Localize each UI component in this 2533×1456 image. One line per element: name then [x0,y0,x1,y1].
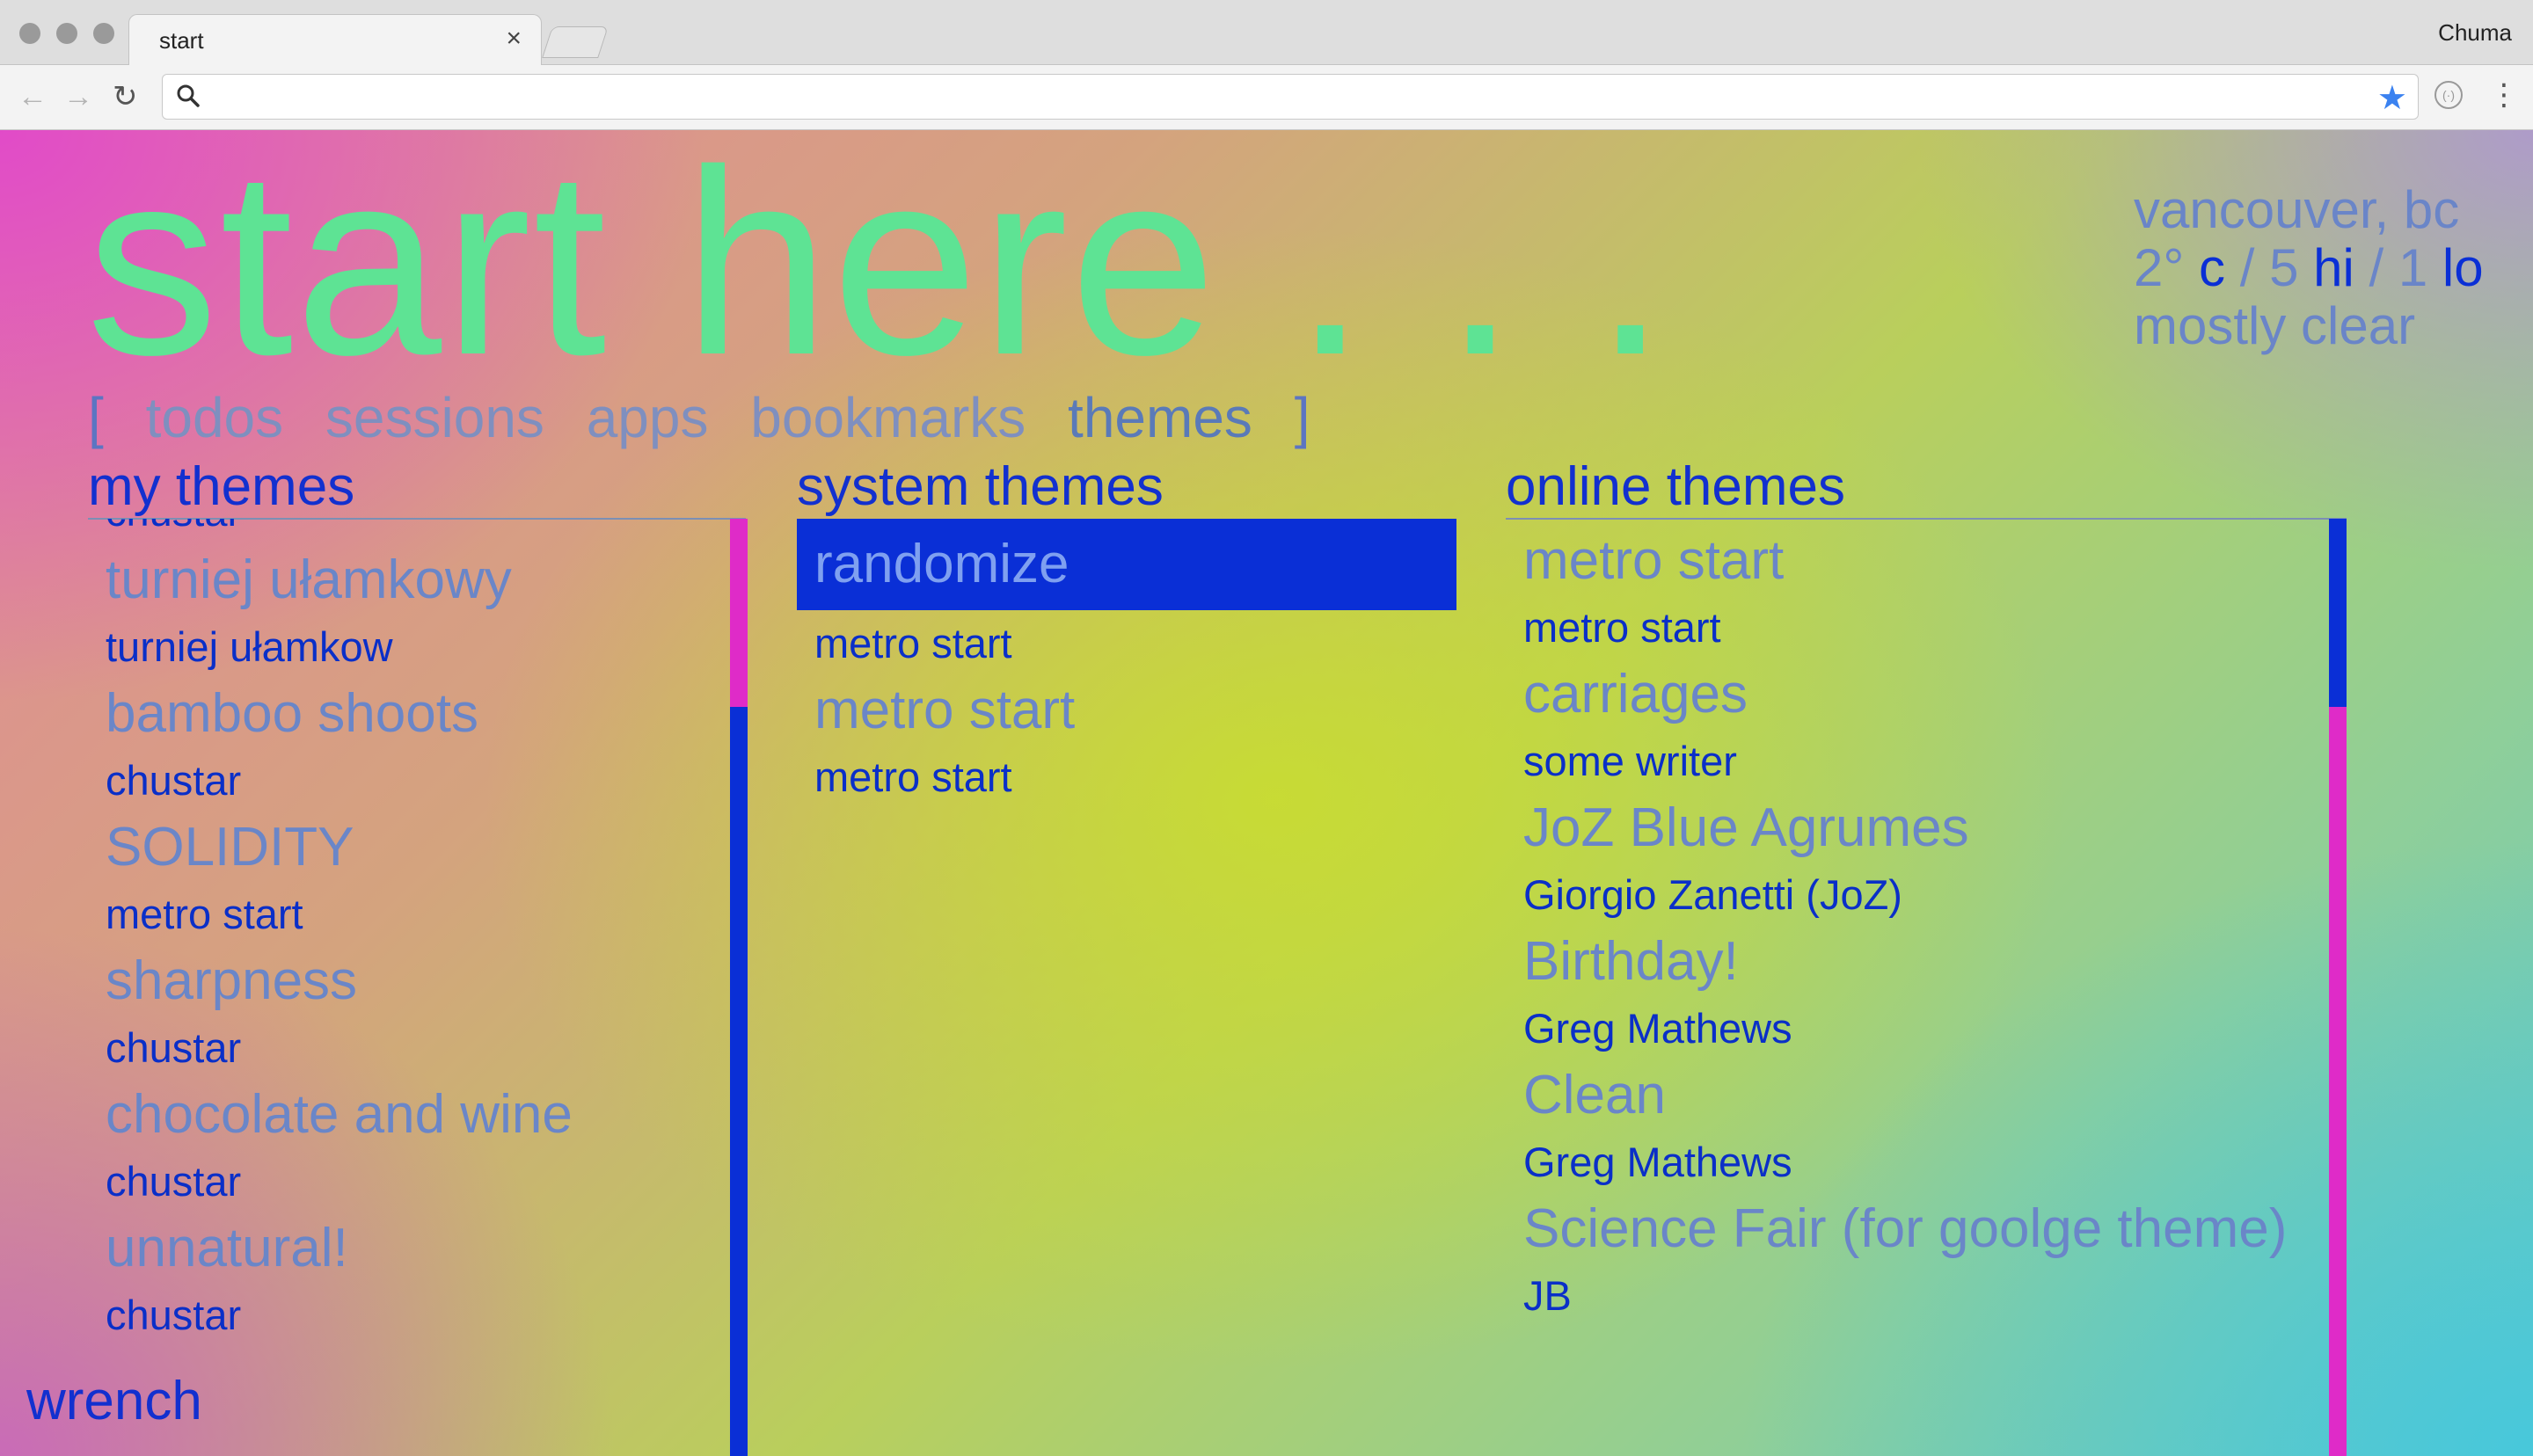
theme-title: SOLIDITY [106,817,354,877]
weather-lo-value: 1 [2398,238,2428,297]
url-input[interactable] [210,82,2325,113]
list-item[interactable]: unnatural! chustar [88,1215,728,1349]
my-themes-heading: my themes [88,456,355,517]
tab-title: start [159,27,204,54]
back-arrow-icon[interactable]: ← [18,79,47,114]
nav-item-sessions[interactable]: sessions [325,386,544,449]
theme-author: JB [1523,1272,1572,1319]
my-themes-scroll-thumb[interactable] [730,519,748,707]
list-item[interactable]: JoZ Blue Agrumes Giorgio Zanetti (JoZ) [1506,795,2324,928]
theme-author: some writer [1523,738,1737,784]
browser-toolbar: ← → ↻ ★ (·) ⋮ [0,65,2533,130]
theme-author: turniej ułamkow [106,623,393,670]
weather-temps: 2° c / 5 hi / 1 lo [2134,239,2484,297]
list-item-selected[interactable]: randomize [797,519,1456,610]
address-bar[interactable]: ★ [162,74,2419,120]
list-item[interactable]: chustar [88,519,728,547]
weather-hi-label: hi [2313,238,2354,297]
weather-lo-label: lo [2442,238,2484,297]
theme-title: randomize [814,534,1069,594]
list-item[interactable]: chocolate and wine chustar [88,1081,728,1215]
menu-icon[interactable]: ⋮ [2489,77,2519,113]
bookmark-star-icon[interactable]: ★ [2377,78,2407,118]
theme-author: metro start [1523,604,1721,651]
browser-tab[interactable]: start × [128,14,542,65]
list-item[interactable]: turniej ułamkowy turniej ułamkow [88,547,728,681]
weather-unit-toggle[interactable]: c [2199,238,2225,297]
theme-title: turniej ułamkowy [106,550,512,610]
theme-author: chustar [106,1292,242,1338]
system-themes-list[interactable]: randomize metro start metro start metro … [797,519,1456,870]
online-themes-list[interactable]: metro start metro start carriages some w… [1506,519,2324,1456]
theme-title: Birthday! [1523,931,1739,992]
weather-widget: vancouver, bc 2° c / 5 hi / 1 lo mostly … [2134,181,2484,355]
system-themes-heading: system themes [797,456,1164,517]
nav-open-bracket: [ [88,386,104,449]
tab-close-icon[interactable]: × [506,24,522,54]
theme-title: metro start [1523,530,1785,591]
online-themes-heading: online themes [1506,456,1846,517]
theme-author: metro start [814,620,1012,666]
list-item[interactable]: metro start metro start [797,677,1456,811]
online-themes-scrollbar[interactable] [2329,519,2347,1456]
weather-temp: 2° [2134,238,2185,297]
theme-title: chocolate and wine [106,1084,573,1145]
reload-icon[interactable]: ↻ [113,79,138,114]
theme-title: unnatural! [106,1218,348,1278]
wrench-link[interactable]: wrench [26,1370,202,1432]
theme-title: carriages [1523,664,1748,724]
list-item[interactable]: Science Fair (for goolge theme) JB [1506,1196,2324,1329]
extension-icon[interactable]: (·) [2434,81,2463,109]
theme-title: JoZ Blue Agrumes [1523,797,1969,858]
zoom-window-button[interactable] [93,23,114,44]
theme-title: Science Fair (for goolge theme) [1523,1198,2288,1259]
section-nav: [ todos sessions apps bookmarks themes ] [88,385,1336,450]
theme-title: Clean [1523,1065,1666,1125]
minimize-window-button[interactable] [56,23,77,44]
start-page: start here . . . vancouver, bc 2° c / 5 … [0,130,2533,1456]
weather-location: vancouver, bc [2134,180,2460,239]
nav-item-apps[interactable]: apps [587,386,709,449]
theme-title: sharpness [106,950,358,1011]
theme-author: Giorgio Zanetti (JoZ) [1523,871,1902,918]
theme-author: metro start [814,753,1012,800]
nav-close-bracket: ] [1294,386,1310,449]
search-icon [175,82,201,116]
list-item[interactable]: bamboo shoots chustar [88,681,728,814]
close-window-button[interactable] [19,23,40,44]
list-item[interactable]: carriages some writer [1506,661,2324,795]
theme-author: Greg Mathews [1523,1139,1792,1185]
online-themes-scroll-thumb[interactable] [2329,519,2347,707]
page-title: start here . . . [86,130,1669,410]
list-item[interactable]: metro start [797,610,1456,677]
weather-hi-value: 5 [2269,238,2299,297]
weather-sep: / [2369,238,2384,297]
theme-author: chustar [106,1158,242,1205]
theme-author: Greg Mathews [1523,1005,1792,1052]
theme-title: bamboo shoots [106,683,478,744]
nav-item-todos[interactable]: todos [146,386,284,449]
list-item[interactable]: Birthday! Greg Mathews [1506,928,2324,1062]
theme-title: metro start [814,680,1076,740]
list-item[interactable]: Clean Greg Mathews [1506,1062,2324,1196]
browser-title-bar: start × Chuma [0,0,2533,65]
list-item[interactable]: SOLIDITY metro start [88,814,728,948]
my-themes-scrollbar[interactable] [730,519,748,1456]
weather-sep: / [2239,238,2255,297]
my-themes-list[interactable]: chustar turniej ułamkowy turniej ułamkow… [88,519,728,1456]
new-tab-button[interactable] [542,26,609,58]
nav-item-themes[interactable]: themes [1068,386,1252,449]
list-item[interactable]: sharpness chustar [88,948,728,1081]
theme-author: metro start [106,891,303,937]
theme-author: chustar [106,1024,242,1071]
list-item[interactable]: metro start metro start [1506,528,2324,661]
forward-arrow-icon[interactable]: → [63,79,93,114]
weather-condition: mostly clear [2134,296,2416,355]
nav-item-bookmarks[interactable]: bookmarks [750,386,1026,449]
theme-author: chustar [106,757,242,804]
profile-name[interactable]: Chuma [2438,19,2512,47]
theme-author: chustar [106,519,728,547]
